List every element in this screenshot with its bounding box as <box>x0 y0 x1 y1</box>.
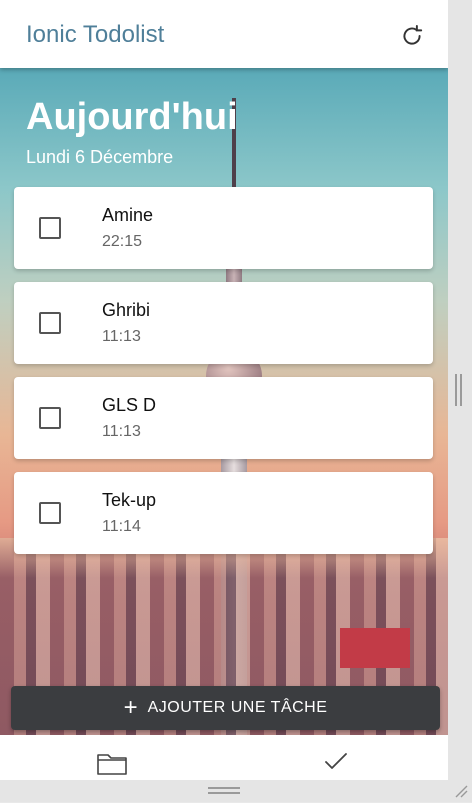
app-header: Ionic Todolist <box>0 0 448 68</box>
task-time: 11:14 <box>102 518 141 535</box>
tab-done[interactable] <box>322 747 350 775</box>
task-time: 11:13 <box>102 423 141 440</box>
task-name: Amine <box>102 205 154 225</box>
bottom-resize-handle[interactable] <box>208 787 240 795</box>
app-title: Ionic Todolist <box>26 21 165 48</box>
task-time: 22:15 <box>102 233 143 250</box>
add-task-label: AJOUTER UNE TÂCHE <box>147 699 328 716</box>
task-card[interactable]: Tek-up 11:14 <box>14 472 433 554</box>
corner-resize-grip[interactable] <box>452 782 468 798</box>
task-checkbox[interactable] <box>39 407 61 429</box>
task-checkbox[interactable] <box>39 217 61 239</box>
task-name: Ghribi <box>102 300 151 320</box>
task-card[interactable]: Amine 22:15 <box>14 187 433 269</box>
refresh-icon <box>403 25 423 45</box>
resize-grip-icon <box>455 785 468 798</box>
refresh-button[interactable] <box>396 20 428 52</box>
plus-icon: + <box>123 694 138 721</box>
task-checkbox[interactable] <box>39 312 61 334</box>
task-name: GLS D <box>102 395 157 415</box>
task-card[interactable]: Ghribi 11:13 <box>14 282 433 364</box>
folder-icon <box>97 754 127 775</box>
task-card[interactable]: GLS D 11:13 <box>14 377 433 459</box>
side-resize-handle[interactable] <box>455 374 463 406</box>
tab-folder[interactable] <box>96 749 128 777</box>
add-task-button[interactable]: + AJOUTER UNE TÂCHE <box>11 686 440 730</box>
bottom-tab-bar <box>0 735 448 780</box>
red-building <box>340 628 410 668</box>
page-date: Lundi 6 Décembre <box>26 147 174 167</box>
task-checkbox[interactable] <box>39 502 61 524</box>
checkmark-icon <box>325 753 347 769</box>
page-title: Aujourd'hui <box>26 96 238 138</box>
task-name: Tek-up <box>102 490 157 510</box>
app-window: Ionic Todolist Aujourd'hui Lundi 6 Décem… <box>0 0 448 780</box>
task-time: 11:13 <box>102 328 141 345</box>
